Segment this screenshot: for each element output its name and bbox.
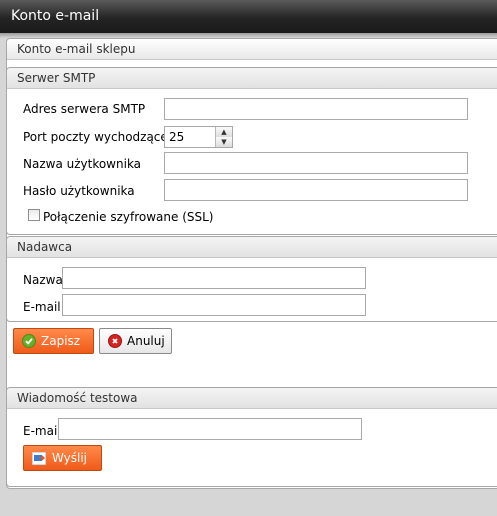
window-title: Konto e-mail (0, 0, 497, 33)
sender-email-label: E-mail (23, 300, 61, 314)
panel-title: Konto e-mail sklepu (7, 39, 497, 60)
sender-name-input[interactable] (62, 267, 366, 289)
sender-email-input[interactable] (62, 294, 366, 316)
test-email-label: E-mail (23, 424, 61, 438)
spin-down-icon[interactable]: ▼ (216, 137, 232, 147)
smtp-password-input[interactable] (164, 179, 468, 201)
ssl-label: Połączenie szyfrowane (SSL) (43, 210, 214, 224)
test-legend: Wiadomość testowa (7, 388, 497, 409)
smtp-server-input[interactable] (164, 98, 468, 120)
spin-up-icon[interactable]: ▲ (216, 127, 232, 137)
ssl-checkbox[interactable] (28, 209, 40, 221)
smtp-port-value: 25 (169, 130, 185, 144)
smtp-port-stepper[interactable]: 25 ▲ ▼ (164, 126, 233, 148)
sender-name-label: Nazwa (23, 273, 63, 287)
smtp-user-input[interactable] (164, 152, 468, 174)
smtp-port-label: Port poczty wychodzącej (23, 130, 172, 144)
cancel-circle-icon (108, 334, 122, 348)
sender-legend: Nadawca (7, 237, 497, 258)
send-button[interactable]: Wyślij (23, 445, 102, 471)
smtp-user-label: Nazwa użytkownika (23, 157, 142, 171)
cancel-button-label: Anuluj (127, 334, 165, 348)
cancel-button[interactable]: Anuluj (99, 328, 172, 354)
spinner-buttons: ▲ ▼ (215, 127, 232, 147)
smtp-server-label: Adres serwera SMTP (23, 102, 146, 116)
save-button-label: Zapisz (41, 334, 81, 348)
smtp-password-label: Hasło użytkownika (23, 184, 135, 198)
send-button-label: Wyślij (52, 451, 88, 465)
smtp-legend: Serwer SMTP (7, 68, 497, 89)
save-button[interactable]: Zapisz (13, 328, 94, 354)
send-mail-icon (32, 451, 46, 465)
check-circle-icon (22, 334, 36, 348)
test-email-input[interactable] (58, 418, 362, 440)
